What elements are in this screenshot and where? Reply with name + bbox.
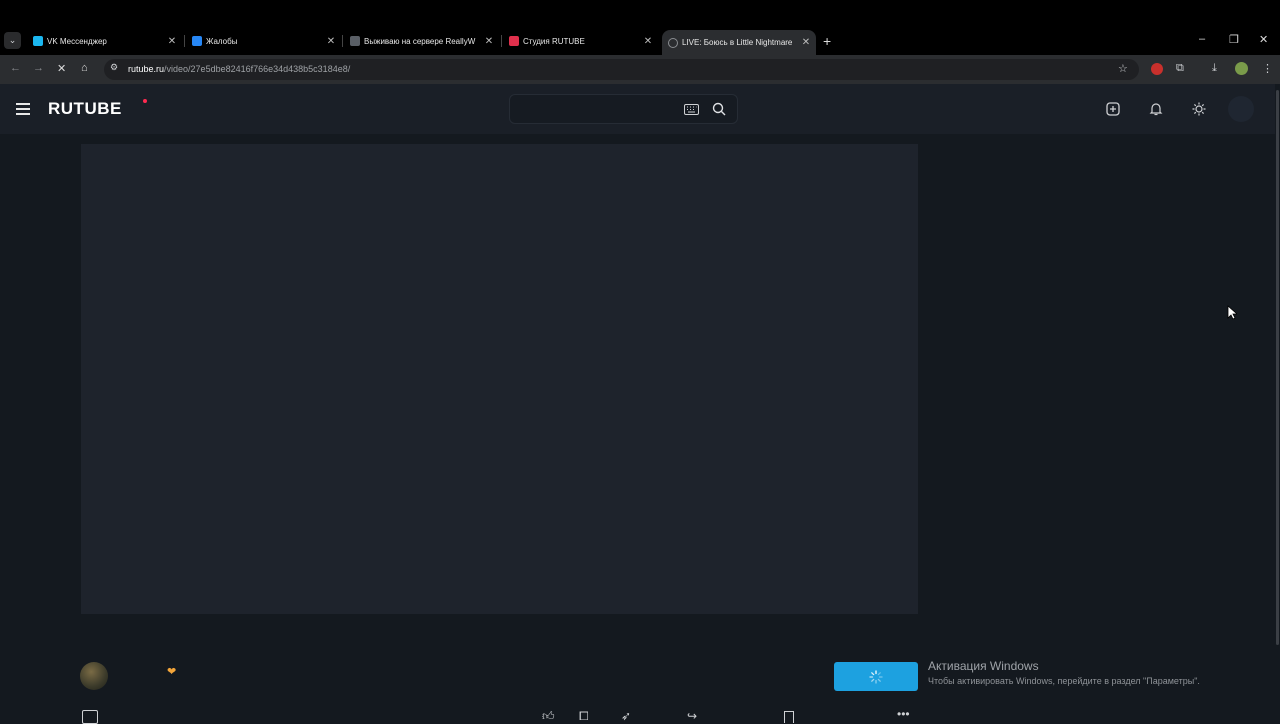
tab-reallyworld[interactable]: Выживаю на сервере ReallyW ✕ [344, 30, 499, 52]
browser-menu-icon[interactable]: ⋮ [1262, 62, 1273, 75]
video-player[interactable] [81, 144, 918, 614]
subscribe-button[interactable] [834, 662, 918, 691]
tab-separator [184, 35, 185, 47]
restore-icon[interactable]: ❐ [1229, 33, 1239, 46]
minimize-icon[interactable]: – [1199, 33, 1205, 45]
keyboard-icon[interactable] [683, 101, 699, 117]
close-icon[interactable]: ✕ [642, 36, 654, 47]
search-input[interactable] [509, 94, 738, 124]
tab-title: Студия RUTUBE [523, 36, 585, 46]
upload-video-icon[interactable] [1105, 101, 1121, 117]
logo-accent-dot [143, 99, 147, 103]
tab-title: Выживаю на сервере ReallyW [364, 36, 476, 46]
search-icon[interactable] [711, 101, 727, 117]
like-thumb-up-icon[interactable]: 👍︎ [542, 709, 555, 724]
adblock-extension-icon[interactable] [1151, 63, 1163, 75]
stop-loading-icon[interactable]: ✕ [57, 62, 66, 75]
site-settings-icon[interactable]: ⚙ [110, 62, 118, 73]
url-text[interactable]: rutube.ru/video/27e5dbe82416f766e34d438b… [128, 64, 350, 74]
scrollbar-thumb[interactable] [1276, 90, 1279, 645]
vk-messenger-favicon-icon [33, 36, 43, 46]
playlist-icon[interactable] [82, 710, 98, 724]
user-avatar[interactable] [1228, 96, 1254, 122]
rutube-studio-favicon-icon [509, 36, 519, 46]
notifications-bell-icon[interactable] [1148, 101, 1164, 117]
bookmark-star-icon[interactable]: ☆ [1118, 62, 1128, 75]
mouse-cursor-icon [1227, 305, 1237, 320]
more-options-icon[interactable]: ••• [897, 707, 910, 721]
share-arrow-icon[interactable]: ↪ [687, 709, 697, 723]
windows-activation-text: Чтобы активировать Windows, перейдите в … [928, 676, 1200, 686]
forward-arrow-icon[interactable]: → [33, 62, 44, 74]
download-icon[interactable]: ⤓ [1212, 62, 1217, 75]
loading-spinner-icon [869, 669, 883, 684]
tab-live-stream[interactable]: LIVE: Боюсь в Little Nightmare ✕ [662, 30, 816, 55]
tab-vk-messenger[interactable]: VK Мессенджер ✕ [27, 30, 182, 52]
dislike-thumb-down-icon[interactable]: ⧠ [579, 709, 589, 724]
windows-activation-title: Активация Windows [928, 659, 1039, 673]
loading-spinner-icon [668, 37, 678, 48]
close-icon[interactable]: ✕ [483, 36, 495, 47]
channel-avatar[interactable] [80, 662, 108, 690]
window-close-icon[interactable]: ✕ [1259, 33, 1268, 46]
tab-search-button[interactable]: ⌄ [4, 32, 21, 49]
vk-favicon-icon [192, 36, 202, 46]
boost-rocket-icon[interactable]: ➶ [621, 709, 631, 723]
new-tab-plus-icon[interactable]: + [823, 33, 831, 49]
close-icon[interactable]: ✕ [166, 36, 178, 47]
page-scrollbar[interactable] [1275, 84, 1280, 720]
tab-title: VK Мессенджер [47, 36, 107, 46]
heart-icon: ❤ [167, 666, 177, 678]
tab-separator [342, 35, 343, 47]
rutube-logo[interactable]: RUTUBE [48, 99, 122, 119]
tab-separator [501, 35, 502, 47]
close-icon[interactable]: ✕ [800, 37, 812, 48]
tab-complaints[interactable]: Жалобы ✕ [186, 30, 341, 52]
tab-rutube-studio[interactable]: Студия RUTUBE ✕ [503, 30, 658, 52]
tab-title: Жалобы [206, 36, 238, 46]
hamburger-menu-icon[interactable] [16, 103, 32, 115]
back-arrow-icon[interactable]: ← [10, 62, 21, 74]
close-icon[interactable]: ✕ [325, 36, 337, 47]
theme-toggle-sun-icon[interactable] [1191, 101, 1207, 117]
server-favicon-icon [350, 36, 360, 46]
tab-title: LIVE: Боюсь в Little Nightmare [682, 38, 793, 47]
home-icon[interactable]: ⌂ [81, 62, 88, 74]
extensions-puzzle-icon[interactable]: ⧉ [1176, 62, 1184, 75]
save-bookmark-icon[interactable] [784, 711, 794, 723]
profile-avatar-icon[interactable] [1235, 62, 1248, 75]
